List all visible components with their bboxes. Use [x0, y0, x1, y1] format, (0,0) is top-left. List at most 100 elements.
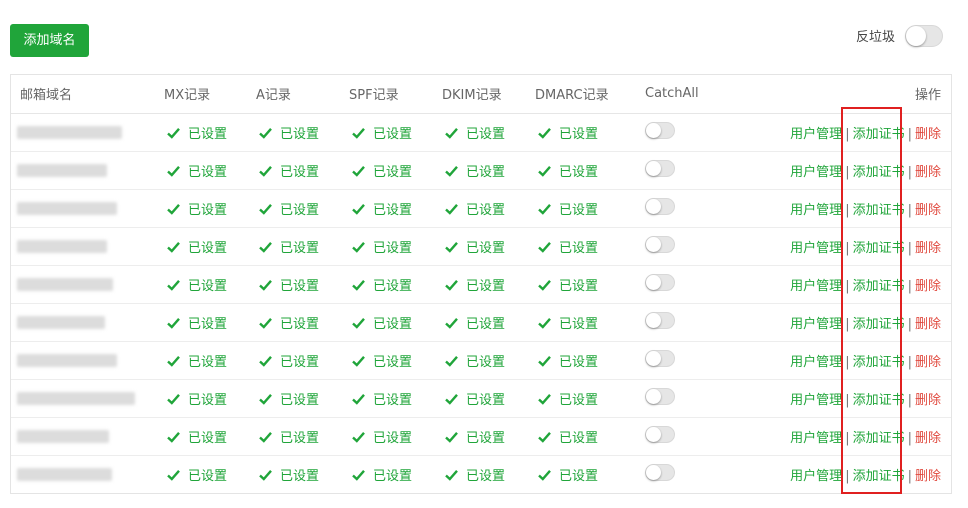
check-icon [167, 279, 180, 291]
domain-cell[interactable] [11, 455, 164, 493]
check-icon [259, 469, 272, 481]
check-icon [445, 241, 458, 253]
redacted-domain [17, 315, 105, 329]
domain-cell[interactable] [11, 341, 164, 380]
add-domain-button[interactable]: 添加域名 [10, 24, 89, 57]
toggle-knob [646, 464, 661, 480]
user-management-link[interactable]: 用户管理 [790, 165, 842, 180]
delete-link[interactable]: 删除 [915, 431, 941, 446]
mx-status: 已设置 [164, 113, 256, 152]
toggle-knob [906, 26, 926, 46]
domain-cell[interactable] [11, 379, 164, 418]
catchall-cell [645, 189, 755, 228]
ops-cell: 用户管理 | 添加证书 | 删除 [755, 151, 951, 190]
mx-status: 已设置 [164, 189, 256, 228]
dkim-status: 已设置 [442, 455, 535, 493]
delete-link[interactable]: 删除 [915, 165, 941, 180]
a-status-text: 已设置 [280, 392, 320, 408]
dmarc-status: 已设置 [535, 455, 645, 493]
dkim-status: 已设置 [442, 113, 535, 152]
ops-separator: | [845, 164, 850, 180]
mx-status-text: 已设置 [188, 202, 228, 218]
user-management-link[interactable]: 用户管理 [790, 317, 842, 332]
check-icon [259, 317, 272, 329]
delete-link[interactable]: 删除 [915, 355, 941, 370]
domain-cell[interactable] [11, 303, 164, 342]
domain-cell[interactable] [11, 189, 164, 228]
table-row: 已设置 已设置 已设置 已设置 已设置 用户管理 | 添加证书 | 删除 [11, 303, 951, 342]
add-cert-link[interactable]: 添加证书 [853, 241, 905, 256]
user-management-link[interactable]: 用户管理 [790, 355, 842, 370]
spf-status: 已设置 [349, 189, 442, 228]
mx-status-text: 已设置 [188, 354, 228, 370]
catchall-toggle[interactable] [645, 311, 675, 329]
catchall-toggle[interactable] [645, 235, 675, 253]
mx-status: 已设置 [164, 227, 256, 266]
catchall-toggle[interactable] [645, 463, 675, 481]
a-status: 已设置 [256, 189, 349, 228]
domain-cell[interactable] [11, 151, 164, 190]
delete-link[interactable]: 删除 [915, 241, 941, 256]
add-cert-link[interactable]: 添加证书 [853, 203, 905, 218]
add-cert-link[interactable]: 添加证书 [853, 165, 905, 180]
add-cert-link[interactable]: 添加证书 [853, 431, 905, 446]
ops-separator: | [845, 202, 850, 218]
add-cert-link[interactable]: 添加证书 [853, 279, 905, 294]
check-icon [352, 317, 365, 329]
catchall-toggle[interactable] [645, 273, 675, 291]
dmarc-status: 已设置 [535, 113, 645, 152]
spf-status-text: 已设置 [373, 126, 413, 142]
catchall-toggle[interactable] [645, 349, 675, 367]
catchall-toggle[interactable] [645, 425, 675, 443]
spam-filter-toggle[interactable] [905, 25, 943, 47]
delete-link[interactable]: 删除 [915, 317, 941, 332]
header-domain[interactable]: 邮箱域名 [11, 75, 164, 114]
delete-link[interactable]: 删除 [915, 203, 941, 218]
table-body: 已设置 已设置 已设置 已设置 已设置 用户管理 | 添加证书 | 删除 已设置 已设置 [11, 113, 951, 493]
catchall-toggle[interactable] [645, 121, 675, 139]
check-icon [445, 469, 458, 481]
check-icon [352, 355, 365, 367]
dkim-status-text: 已设置 [466, 202, 506, 218]
delete-link[interactable]: 删除 [915, 127, 941, 142]
catchall-toggle[interactable] [645, 197, 675, 215]
delete-link[interactable]: 删除 [915, 469, 941, 484]
delete-link[interactable]: 删除 [915, 393, 941, 408]
domain-cell[interactable] [11, 265, 164, 304]
domain-cell[interactable] [11, 227, 164, 266]
check-icon [167, 203, 180, 215]
add-cert-link[interactable]: 添加证书 [853, 317, 905, 332]
user-management-link[interactable]: 用户管理 [790, 203, 842, 218]
add-cert-link[interactable]: 添加证书 [853, 393, 905, 408]
user-management-link[interactable]: 用户管理 [790, 127, 842, 142]
toggle-knob [646, 312, 661, 328]
check-icon [445, 165, 458, 177]
redacted-domain [17, 125, 122, 139]
user-management-link[interactable]: 用户管理 [790, 279, 842, 294]
a-status: 已设置 [256, 341, 349, 380]
mx-status-text: 已设置 [188, 278, 228, 294]
check-icon [445, 279, 458, 291]
table-row: 已设置 已设置 已设置 已设置 已设置 用户管理 | 添加证书 | 删除 [11, 227, 951, 266]
check-icon [352, 203, 365, 215]
add-cert-link[interactable]: 添加证书 [853, 469, 905, 484]
dmarc-status: 已设置 [535, 265, 645, 304]
domain-cell[interactable] [11, 113, 164, 152]
add-cert-link[interactable]: 添加证书 [853, 127, 905, 142]
catchall-toggle[interactable] [645, 387, 675, 405]
check-icon [352, 469, 365, 481]
dmarc-status: 已设置 [535, 227, 645, 266]
user-management-link[interactable]: 用户管理 [790, 393, 842, 408]
user-management-link[interactable]: 用户管理 [790, 431, 842, 446]
user-management-link[interactable]: 用户管理 [790, 241, 842, 256]
a-status: 已设置 [256, 227, 349, 266]
domain-table: 邮箱域名 MX记录 A记录 SPF记录 DKIM记录 DMARC记录 Catch… [11, 75, 951, 493]
delete-link[interactable]: 删除 [915, 279, 941, 294]
mx-status: 已设置 [164, 303, 256, 342]
dkim-status: 已设置 [442, 227, 535, 266]
add-cert-link[interactable]: 添加证书 [853, 355, 905, 370]
check-icon [352, 127, 365, 139]
domain-cell[interactable] [11, 417, 164, 456]
catchall-toggle[interactable] [645, 159, 675, 177]
user-management-link[interactable]: 用户管理 [790, 469, 842, 484]
